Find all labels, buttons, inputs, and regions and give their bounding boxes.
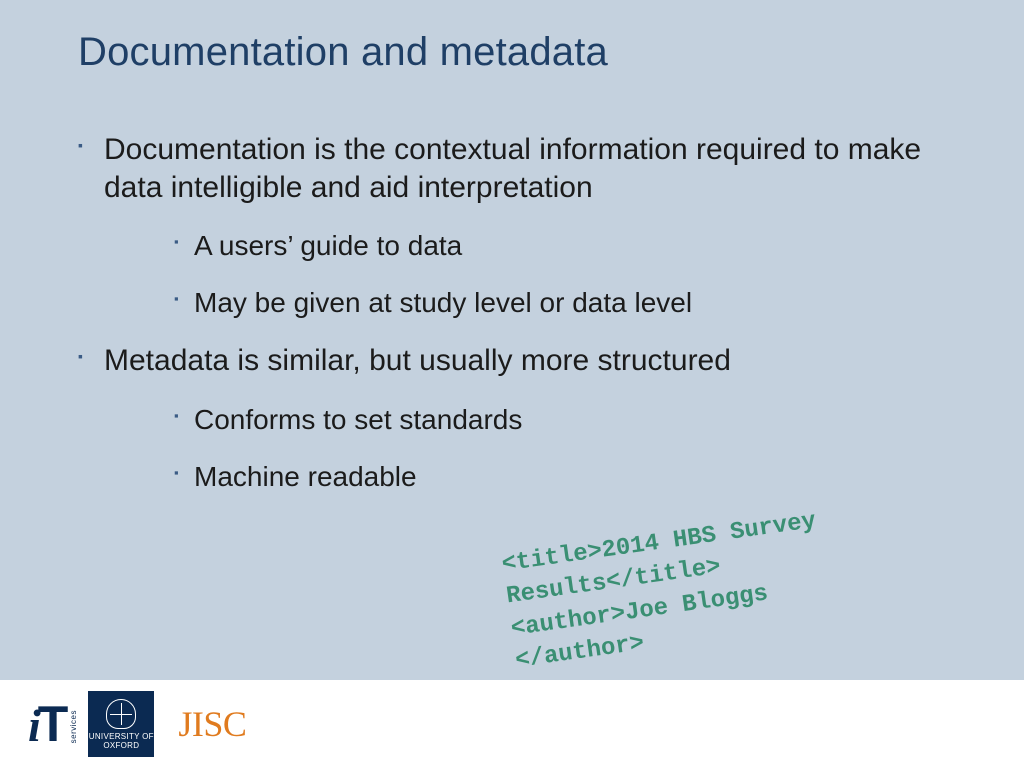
- it-services-logo: i T services: [28, 699, 78, 749]
- bullet-item: Documentation is the contextual informat…: [78, 131, 946, 206]
- oxford-crest-icon: [106, 699, 136, 729]
- jisc-logo: JISC: [178, 703, 246, 745]
- oxford-university-logo: UNIVERSITY OF OXFORD: [88, 691, 154, 757]
- logo-letter-t: T: [38, 699, 67, 749]
- oxford-text-line2: OXFORD: [103, 741, 139, 750]
- bullet-item: A users’ guide to data: [174, 228, 946, 263]
- slide-footer: i T services UNIVERSITY OF OXFORD JISC: [0, 680, 1024, 768]
- bullet-list: Documentation is the contextual informat…: [78, 131, 946, 494]
- presentation-slide: Documentation and metadata Documentation…: [0, 0, 1024, 768]
- oxford-text-line1: UNIVERSITY OF: [89, 732, 154, 741]
- bullet-item: Metadata is similar, but usually more st…: [78, 342, 946, 380]
- bullet-item: May be given at study level or data leve…: [174, 285, 946, 320]
- bullet-item: Machine readable: [174, 459, 946, 494]
- slide-title: Documentation and metadata: [78, 30, 946, 75]
- logo-services-text: services: [69, 710, 78, 743]
- bullet-item: Conforms to set standards: [174, 402, 946, 437]
